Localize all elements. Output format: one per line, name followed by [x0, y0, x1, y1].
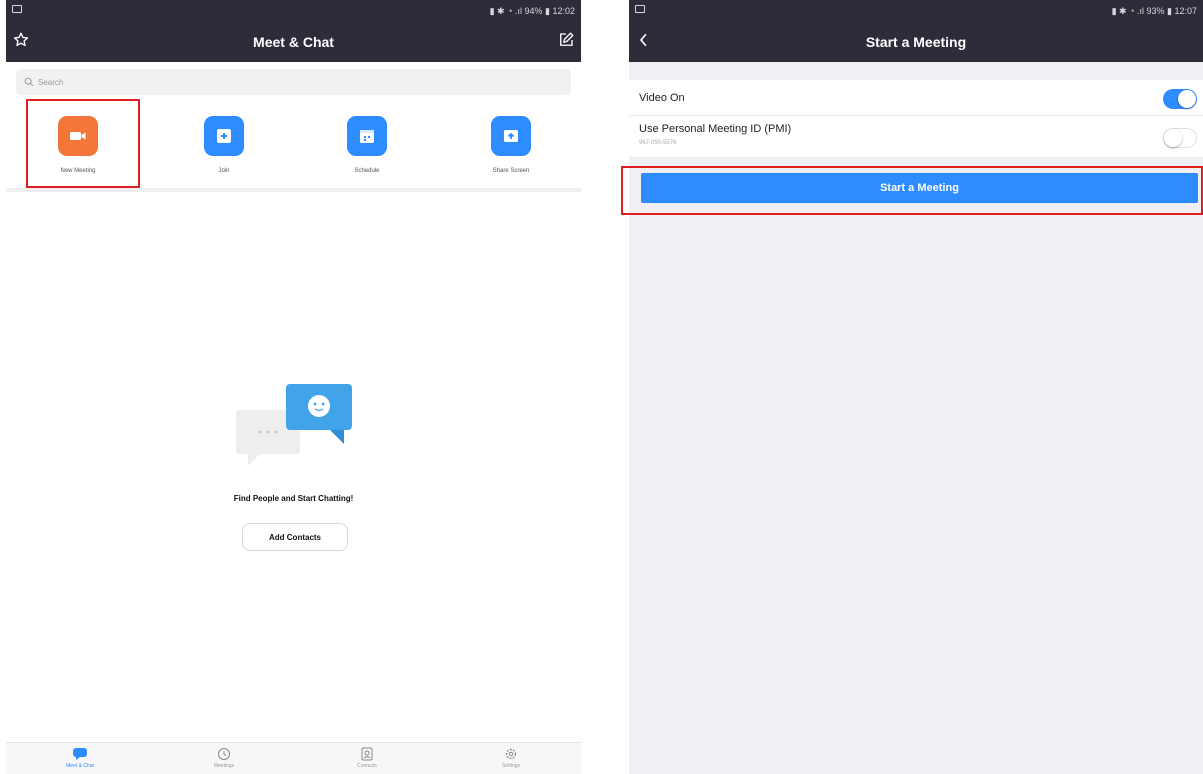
compose-icon[interactable] — [557, 31, 575, 49]
add-contacts-button[interactable]: Add Contacts — [242, 523, 348, 551]
video-camera-icon — [70, 132, 86, 140]
gallery-notification-icon — [635, 5, 645, 13]
chat-illustration — [236, 384, 352, 466]
contact-card-icon — [361, 747, 373, 761]
join-button[interactable]: Join — [174, 116, 274, 174]
bottom-tab-bar: Meet & Chat Meetings Contacts Settings — [6, 742, 581, 774]
new-meeting-button[interactable]: New Meeting — [28, 116, 128, 174]
pmi-label: Use Personal Meeting ID (PMI) — [639, 123, 792, 135]
meet-chat-screen: ▮ ✱ ◔ .ıl 94% ▮ 12:02 Meet & Chat Search… — [6, 0, 581, 774]
video-on-row[interactable]: Video On — [629, 80, 1203, 116]
new-meeting-tile[interactable] — [58, 116, 98, 156]
gear-icon — [505, 748, 517, 760]
plus-box-icon — [217, 129, 231, 143]
search-input[interactable] — [38, 73, 438, 91]
tab-meetings[interactable]: Meetings — [174, 747, 274, 769]
tab-meet-chat[interactable]: Meet & Chat — [30, 747, 130, 769]
status-bar-indicators: ▮ ✱ ◔ .ıl 93% ▮ 12:07 — [1111, 6, 1197, 16]
start-meeting-screen: ▮ ✱ ◔ .ıl 93% ▮ 12:07 Start a Meeting Vi… — [629, 0, 1203, 774]
meeting-options-list: Video On Use Personal Meeting ID (PMI) 9… — [629, 80, 1203, 158]
clock-icon — [218, 748, 230, 760]
gallery-notification-icon — [12, 5, 22, 13]
empty-state-title: Find People and Start Chatting! — [233, 494, 354, 503]
pmi-number: 967-050-5576 — [639, 140, 677, 146]
join-tile[interactable] — [204, 116, 244, 156]
tab-settings[interactable]: Settings — [461, 747, 561, 769]
pmi-toggle[interactable] — [1163, 128, 1197, 148]
chat-bubble-icon — [73, 748, 87, 760]
start-meeting-button[interactable]: Start a Meeting — [641, 173, 1198, 203]
schedule-label: Schedule — [354, 168, 380, 174]
pmi-row[interactable]: Use Personal Meeting ID (PMI) 967-050-55… — [629, 116, 1203, 158]
new-meeting-label: New Meeting — [60, 168, 96, 174]
tab-meet-chat-label: Meet & Chat — [66, 763, 94, 769]
join-label: Join — [218, 168, 230, 174]
status-bar: ▮ ✱ ◔ .ıl 94% ▮ 12:02 — [6, 0, 581, 22]
tab-meetings-label: Meetings — [213, 763, 235, 769]
search-icon — [24, 77, 34, 87]
page-title: Start a Meeting — [865, 34, 967, 50]
quick-actions: New Meeting Join Schedule Share Screen — [6, 102, 581, 188]
section-divider — [6, 188, 581, 192]
share-screen-icon — [504, 130, 518, 142]
page-title: Meet & Chat — [253, 34, 334, 50]
tab-contacts-label: Contacts — [357, 763, 377, 769]
search-box[interactable] — [16, 69, 571, 95]
toggle-knob — [1164, 129, 1182, 147]
video-on-toggle[interactable] — [1163, 89, 1197, 109]
status-bar: ▮ ✱ ◔ .ıl 93% ▮ 12:07 — [629, 0, 1203, 22]
search-bar — [6, 62, 581, 102]
tab-contacts[interactable]: Contacts — [317, 747, 417, 769]
share-screen-label: Share Screen — [492, 168, 530, 174]
share-screen-tile[interactable] — [491, 116, 531, 156]
header-bar: Meet & Chat — [6, 22, 581, 62]
video-on-label: Video On — [639, 92, 685, 104]
toggle-knob — [1178, 90, 1196, 108]
header-bar: Start a Meeting — [629, 22, 1203, 62]
share-screen-button[interactable]: Share Screen — [461, 116, 561, 174]
schedule-button[interactable]: Schedule — [317, 116, 417, 174]
schedule-tile[interactable] — [347, 116, 387, 156]
status-bar-indicators: ▮ ✱ ◔ .ıl 94% ▮ 12:02 — [489, 6, 575, 16]
tab-settings-label: Settings — [501, 763, 521, 769]
calendar-icon — [360, 130, 374, 143]
